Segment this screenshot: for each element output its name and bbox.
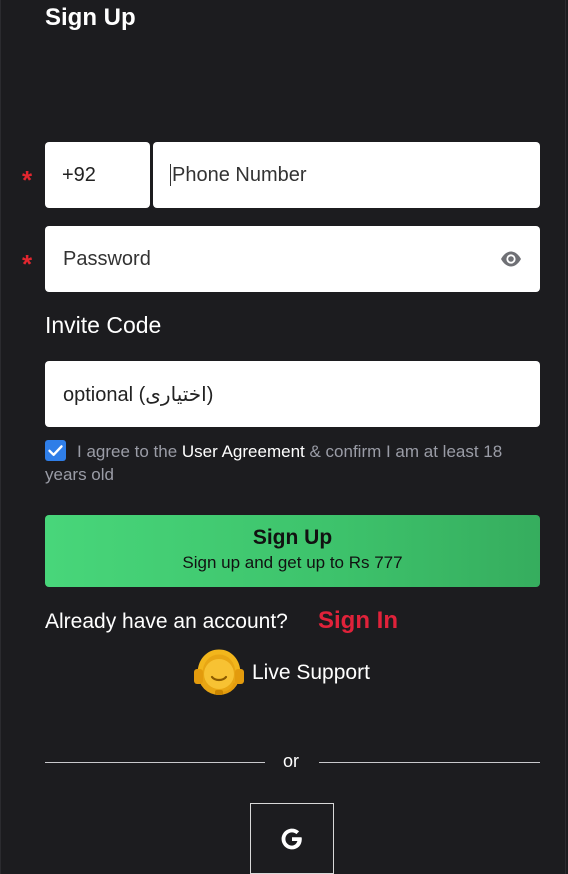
page-title: Sign Up (45, 4, 136, 31)
live-support-label: Live Support (252, 661, 370, 684)
invite-code-placeholder: optional (اختیاری) (63, 383, 214, 406)
live-support-button[interactable]: Live Support (191, 645, 370, 701)
agreement-text: I agree to the User Agreement & confirm … (45, 440, 537, 486)
country-code-value: +92 (62, 163, 96, 186)
sign-up-button[interactable]: Sign Up Sign up and get up to Rs 777 (45, 515, 540, 587)
sign-up-bonus-text: Sign up and get up to Rs 777 (182, 553, 403, 572)
text-caret (170, 164, 171, 186)
sign-in-link[interactable]: Sign In (318, 607, 398, 635)
sign-up-button-label: Sign Up (252, 526, 333, 549)
invite-code-input[interactable]: optional (اختیاری) (45, 361, 540, 427)
signup-page: Sign Up * +92 Phone Number * Password In… (0, 0, 566, 874)
phone-number-input[interactable]: Phone Number (153, 142, 540, 208)
user-agreement-link[interactable]: User Agreement (182, 442, 305, 461)
phone-number-placeholder: Phone Number (172, 163, 307, 186)
divider-line-right (319, 762, 540, 763)
password-placeholder: Password (63, 247, 151, 270)
agreement-prefix: I agree to the (77, 442, 182, 461)
required-mark: * (22, 165, 33, 195)
or-divider-text: or (283, 751, 300, 771)
required-mark: * (22, 249, 33, 279)
check-icon (48, 445, 63, 456)
password-input[interactable]: Password (45, 226, 540, 292)
agreement-checkbox[interactable] (45, 440, 66, 461)
divider-line-left (45, 762, 265, 763)
eye-icon[interactable] (500, 249, 522, 269)
headset-icon (194, 649, 244, 695)
google-sign-in-button[interactable] (250, 803, 334, 874)
invite-code-label: Invite Code (45, 312, 162, 338)
google-icon (281, 828, 302, 849)
already-account-prompt: Already have an account? (45, 610, 288, 633)
country-code-select[interactable]: +92 (45, 142, 150, 208)
